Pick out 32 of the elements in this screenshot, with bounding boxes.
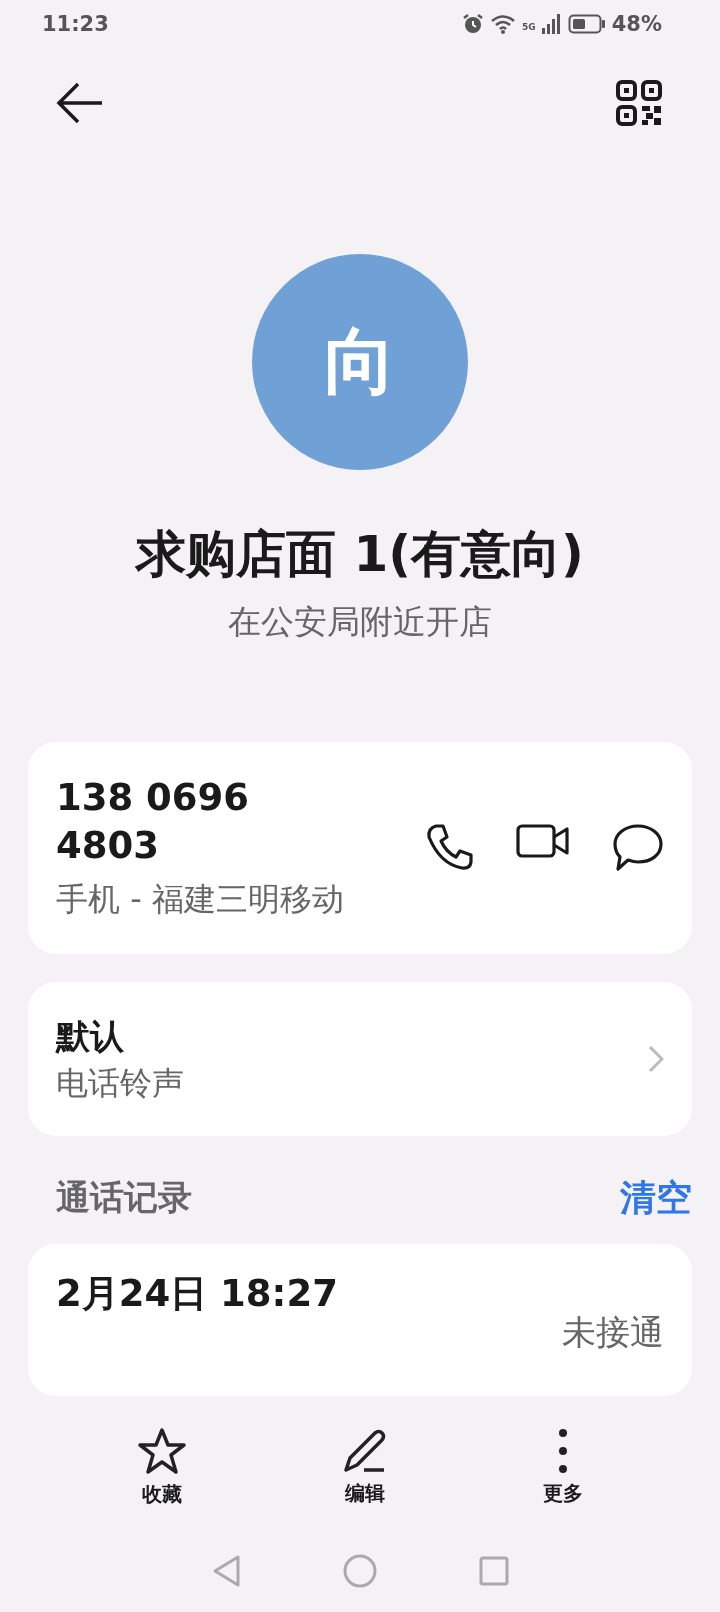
section-title: 通话记录 bbox=[56, 1176, 192, 1219]
status-time: 11:23 bbox=[42, 12, 109, 36]
ringtone-label: 电话铃声 bbox=[56, 1063, 184, 1104]
phone-number: 138 0696 4803 bbox=[56, 775, 251, 869]
ringtone-value: 默认 bbox=[56, 1015, 125, 1058]
phone-label: 手机 - 福建三明移动 bbox=[56, 879, 345, 920]
alarm-icon bbox=[462, 13, 485, 35]
more-button[interactable]: 更多 bbox=[542, 1428, 583, 1507]
pencil-icon bbox=[342, 1428, 388, 1474]
message-icon[interactable] bbox=[612, 823, 664, 873]
battery-icon bbox=[567, 14, 606, 34]
clear-link[interactable]: 清空 bbox=[620, 1173, 692, 1223]
video-call-icon[interactable] bbox=[516, 823, 570, 859]
qr-code-icon[interactable] bbox=[616, 80, 662, 126]
contact-avatar: 向 bbox=[252, 254, 468, 470]
signal-icon bbox=[541, 14, 562, 34]
phone-icon[interactable] bbox=[426, 823, 474, 871]
call-status: 未接通 bbox=[562, 1311, 664, 1354]
ringtone-card[interactable]: 默认 电话铃声 bbox=[28, 982, 692, 1136]
more-icon bbox=[556, 1428, 569, 1474]
edit-button[interactable]: 编辑 bbox=[342, 1428, 388, 1507]
back-arrow-icon[interactable] bbox=[56, 81, 104, 125]
battery-percent: 48% bbox=[611, 12, 662, 36]
star-icon bbox=[137, 1427, 188, 1475]
call-log-card[interactable]: 2月24日 18:27 未接通 bbox=[28, 1244, 692, 1396]
contact-name: 求购店面 1(有意向) bbox=[134, 524, 585, 585]
chevron-right-icon bbox=[648, 1045, 664, 1073]
wifi-icon bbox=[490, 14, 517, 34]
call-time: 2月24日 18:27 bbox=[56, 1271, 338, 1317]
favorite-button[interactable]: 收藏 bbox=[137, 1427, 188, 1508]
network-type: 5G bbox=[522, 22, 536, 32]
contact-note: 在公安局附近开店 bbox=[227, 601, 493, 643]
